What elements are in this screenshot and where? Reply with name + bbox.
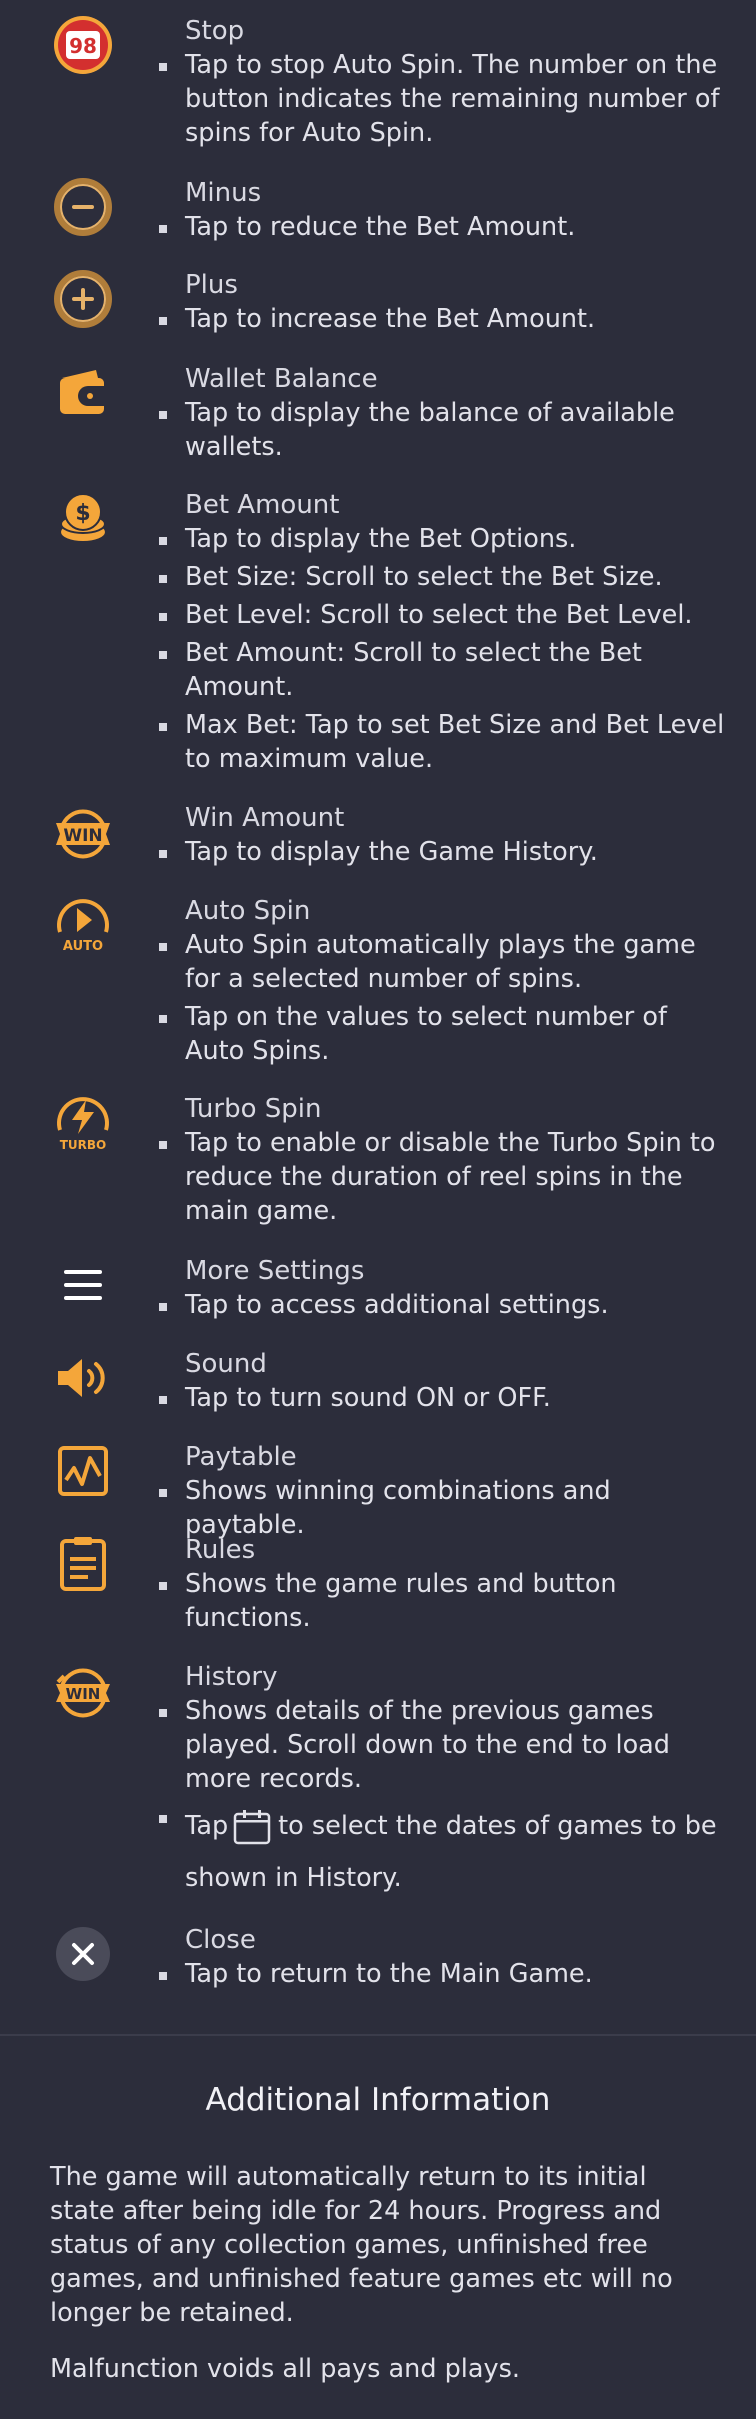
- item-bullet: Bet Amount: Scroll to select the Bet Amo…: [159, 636, 725, 704]
- item-bullet: Bet Level: Scroll to select the Bet Leve…: [159, 598, 725, 632]
- wallet-icon: [52, 362, 114, 424]
- additional-info-paragraph: Malfunction voids all pays and plays.: [50, 2354, 520, 2384]
- item-bullet: Auto Spin automatically plays the game f…: [159, 928, 725, 996]
- item-bullet: Tap to increase the Bet Amount.: [159, 302, 725, 336]
- speaker-icon: [52, 1347, 114, 1409]
- svg-text:$: $: [75, 501, 90, 526]
- item-bullet: Shows details of the previous games play…: [159, 1694, 725, 1796]
- additional-info-title: Additional Information: [205, 2082, 551, 2118]
- item-title: History: [185, 1662, 278, 1692]
- item-title: Rules: [185, 1535, 256, 1565]
- item-bullet: Tap to return to the Main Game.: [159, 1957, 725, 1991]
- paytable-chart-icon: [52, 1440, 114, 1502]
- item-bullet: Tap to display the Bet Options.: [159, 522, 725, 556]
- item-bullet: Tap to turn sound ON or OFF.: [159, 1381, 725, 1415]
- item-title: Turbo Spin: [185, 1094, 322, 1124]
- calendar-bullet-before: Tap: [185, 1811, 229, 1841]
- close-icon: [52, 1923, 114, 1985]
- item-title: Paytable: [185, 1442, 297, 1472]
- item-title: Win Amount: [185, 803, 345, 833]
- turbo-badge-text: TURBO: [60, 1138, 107, 1152]
- item-bullet: Shows the game rules and button function…: [159, 1567, 725, 1635]
- item-bullet: Bet Size: Scroll to select the Bet Size.: [159, 560, 725, 594]
- rules-doc-icon: [52, 1533, 114, 1595]
- win-badge-text: WIN: [63, 826, 102, 846]
- stop-badge-number: 98: [69, 34, 97, 58]
- history-win-icon: WIN: [52, 1660, 114, 1722]
- item-title: Auto Spin: [185, 896, 311, 926]
- plus-icon: [52, 268, 114, 330]
- item-bullet-calendar: Tap to select the dates of games to be sh…: [159, 1800, 725, 1904]
- item-bullet: Tap to reduce the Bet Amount.: [159, 210, 725, 244]
- item-bullet: Tap on the values to select number of Au…: [159, 1000, 725, 1068]
- coins-icon: $: [52, 488, 114, 550]
- item-bullet: Tap to display the balance of available …: [159, 396, 725, 464]
- history-badge-text: WIN: [66, 1685, 101, 1703]
- menu-icon: [52, 1254, 114, 1316]
- win-badge-icon: WIN: [52, 801, 114, 863]
- item-bullet: Tap to stop Auto Spin. The number on the…: [159, 48, 725, 150]
- item-title: Stop: [185, 16, 245, 46]
- auto-spin-icon: AUTO: [52, 894, 114, 956]
- calendar-icon: [232, 1808, 272, 1846]
- item-bullet: Shows winning combinations and paytable.: [159, 1474, 725, 1542]
- additional-info-paragraph: The game will automatically return to it…: [50, 2162, 673, 2328]
- item-bullet: Tap to enable or disable the Turbo Spin …: [159, 1126, 725, 1228]
- minus-icon: [52, 176, 114, 238]
- item-title: Bet Amount: [185, 490, 340, 520]
- item-title: Close: [185, 1925, 256, 1955]
- item-bullet: Max Bet: Tap to set Bet Size and Bet Lev…: [159, 710, 725, 774]
- item-bullet: Tap to display the Game History.: [159, 835, 725, 869]
- item-title: More Settings: [185, 1256, 365, 1286]
- item-title: Minus: [185, 178, 262, 208]
- item-title: Sound: [185, 1349, 267, 1379]
- stop-98-icon: 98: [52, 14, 114, 76]
- auto-badge-text: AUTO: [63, 939, 103, 954]
- item-title: Wallet Balance: [185, 364, 378, 394]
- item-bullet: Tap to access additional settings.: [159, 1288, 725, 1322]
- item-title: Plus: [185, 270, 238, 300]
- turbo-icon: TURBO: [52, 1092, 114, 1154]
- section-divider: [0, 2034, 756, 2036]
